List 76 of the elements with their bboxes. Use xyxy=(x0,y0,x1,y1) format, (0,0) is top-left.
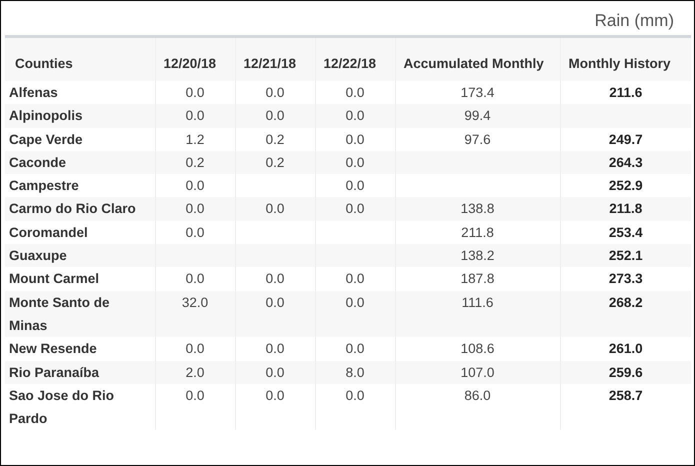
table-cell: 8.0 xyxy=(346,364,364,380)
table-cell: 0.0 xyxy=(266,85,284,100)
table-cell: 259.6 xyxy=(608,364,643,380)
table-cell: Campestre xyxy=(9,178,79,194)
table-cell: Alpinopolis xyxy=(9,108,82,124)
table-cell: 0.0 xyxy=(266,388,284,403)
table-title: Rain (mm) xyxy=(594,10,675,32)
table-cell: 86.0 xyxy=(464,388,491,403)
table-cell: 173.4 xyxy=(460,85,494,100)
table-cell: 1.2 xyxy=(186,132,204,147)
table-cell: 0.0 xyxy=(266,364,284,380)
table-cell: 268.2 xyxy=(608,294,643,310)
table-cell: Cape Verde xyxy=(9,132,83,147)
table-cell: 2.0 xyxy=(186,364,204,380)
table-cell: 97.6 xyxy=(464,132,491,147)
table-cell: Caconde xyxy=(9,154,66,170)
table-cell: 249.7 xyxy=(608,132,643,147)
table-cell: 273.3 xyxy=(608,271,643,286)
table-cell: 111.6 xyxy=(462,294,494,310)
table-cell: 0.0 xyxy=(186,85,204,100)
table-cell: 187.8 xyxy=(460,271,494,286)
column-header: 12/21/18 xyxy=(235,36,315,81)
table-cell: 0.0 xyxy=(346,132,364,147)
table-cell: 0.0 xyxy=(266,271,284,286)
table-cell: 211.8 xyxy=(461,224,494,240)
table-cell: 0.0 xyxy=(186,271,204,286)
table-cell: Carmo do Rio Claro xyxy=(9,201,136,216)
table-cell: Mount Carmel xyxy=(9,271,100,286)
table-cell: 258.7 xyxy=(608,388,643,403)
table-cell: 0.2 xyxy=(186,154,204,170)
table-cell: 0.0 xyxy=(346,341,364,356)
table-cell: 108.6 xyxy=(460,341,494,356)
table-cell: 0.0 xyxy=(186,224,204,240)
table-cell: 0.0 xyxy=(186,388,204,403)
table-cell: 99.4 xyxy=(464,108,491,124)
table-cell: 0.0 xyxy=(186,178,204,194)
column-header: 12/20/18 xyxy=(155,36,235,81)
table-cell: 211.8 xyxy=(609,201,642,216)
table-cell: Alfenas xyxy=(9,85,58,100)
table-cell: 0.0 xyxy=(186,201,204,216)
table-cell: 211.6 xyxy=(609,85,642,100)
table-cell: Sao Jose do Rio Pardo xyxy=(9,388,114,426)
table-cell: Rio Paranaíba xyxy=(9,364,100,380)
table-cell: 264.3 xyxy=(608,154,643,170)
column-header: Accumulated Monthly xyxy=(395,36,560,81)
table-cell: 0.0 xyxy=(346,178,364,194)
table-cell: 0.2 xyxy=(266,132,284,147)
table-cell: 138.2 xyxy=(460,248,494,264)
table-cell: 32.0 xyxy=(182,294,208,310)
table-cell: 0.0 xyxy=(266,201,284,216)
table-cell: 0.2 xyxy=(266,154,284,170)
table-cell: 0.0 xyxy=(346,294,364,310)
table-cell: 0.0 xyxy=(186,341,204,356)
table-cell: 261.0 xyxy=(608,341,643,356)
table-cell: 0.0 xyxy=(346,85,364,100)
table-cell: 107.0 xyxy=(460,364,494,380)
table-cell: 0.0 xyxy=(266,341,284,356)
table-cell: 0.0 xyxy=(346,201,364,216)
table-cell: 252.9 xyxy=(608,178,643,194)
column-header: Monthly History xyxy=(560,36,691,81)
table-cell: 0.0 xyxy=(266,294,284,310)
table-cell: New Resende xyxy=(9,341,97,356)
table-cell: Monte Santo de Minas xyxy=(9,294,110,333)
column-header: 12/22/18 xyxy=(315,36,395,81)
table-cell: 253.4 xyxy=(608,224,643,240)
table-cell: 0.0 xyxy=(266,108,284,124)
column-header: Counties xyxy=(5,36,155,81)
table-cell: 0.0 xyxy=(186,108,204,124)
table-cell: 252.1 xyxy=(608,248,643,264)
table-cell: 0.0 xyxy=(346,154,364,170)
table-cell: 0.0 xyxy=(346,388,364,403)
table-cell: Coromandel xyxy=(9,224,88,240)
table-cell: 138.8 xyxy=(460,201,494,216)
table-cell: Guaxupe xyxy=(9,248,67,264)
table-cell: 0.0 xyxy=(346,271,364,286)
table-cell: 0.0 xyxy=(346,108,364,124)
